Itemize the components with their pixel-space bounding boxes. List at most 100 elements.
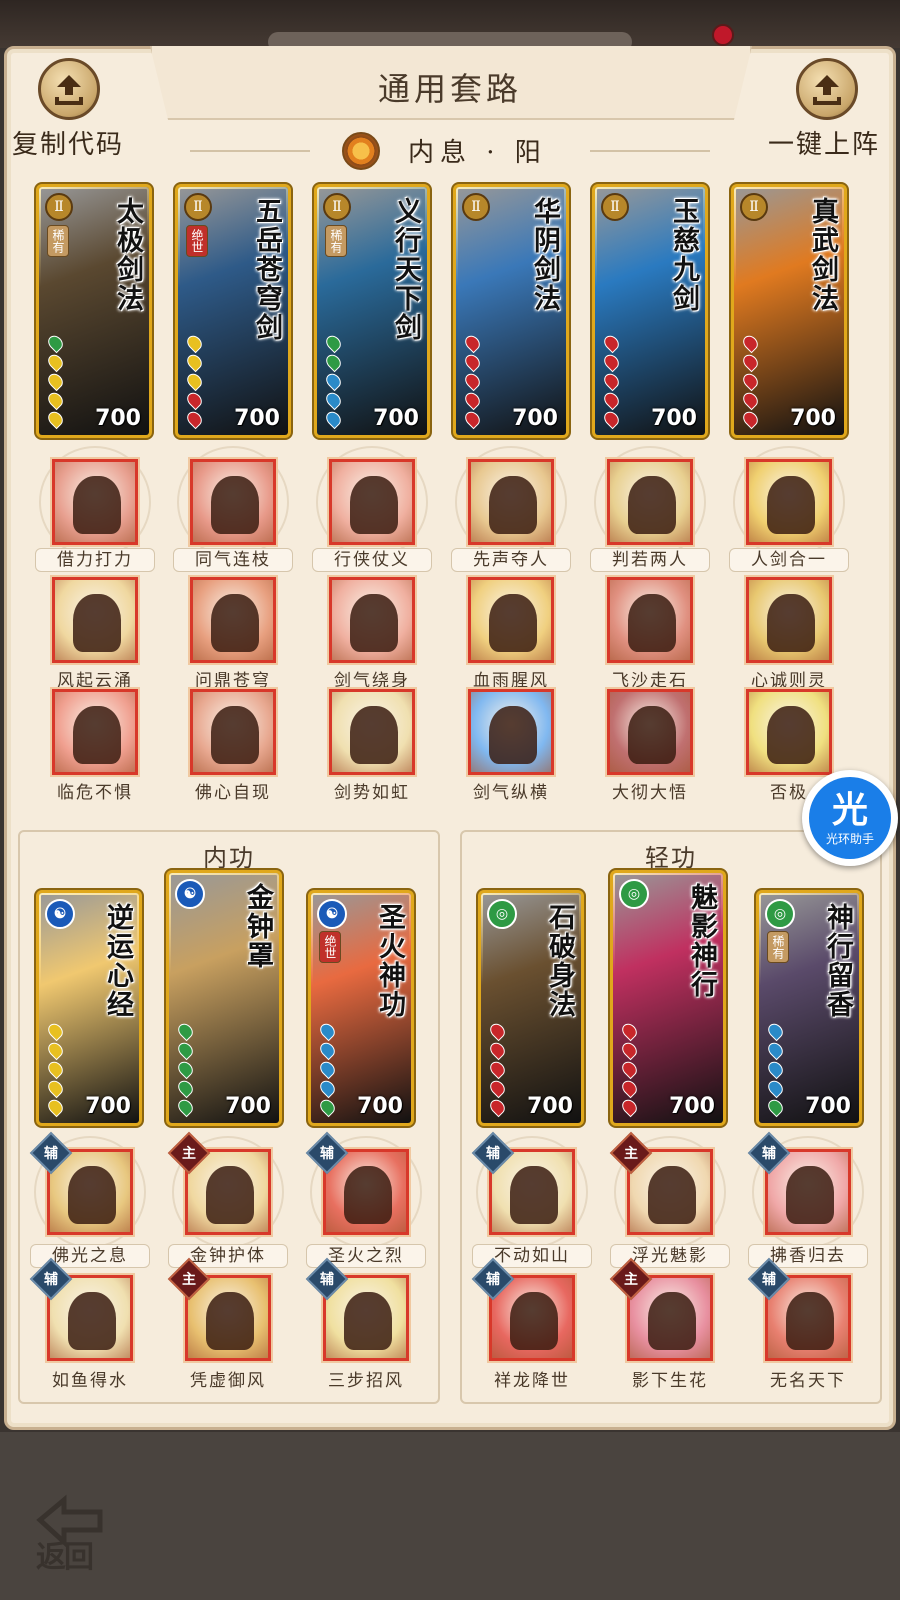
neigong-title: 内功 [203,844,255,872]
skill-label: 飞沙走石 [612,671,688,691]
tag-text: 辅 [762,1146,776,1162]
tier-badge: Ⅱ [184,193,212,221]
skill-card[interactable]: ☯ 绝世 圣火神功 700 [308,890,414,1126]
halo-assistant-button[interactable]: 光 光环助手 [802,770,898,866]
card-power: 700 [234,406,280,431]
skill-silhouette [211,594,259,652]
skill-card[interactable]: Ⅱ 绝世 五岳苍穹剑 700 [175,184,291,438]
card-power: 700 [512,406,558,431]
skill-icon[interactable] [329,689,415,775]
skill-card[interactable]: Ⅱ 华阴剑法 700 [453,184,569,438]
skill-card[interactable]: Ⅱ 稀有 义行天下剑 700 [314,184,430,438]
skill-silhouette [510,1166,558,1224]
yin-yang-badge-icon: ☯ [317,899,347,929]
card-power: 700 [225,1094,271,1119]
rarity-tag: 稀有 [767,931,789,963]
energy-pips [487,1020,508,1118]
skill-card[interactable]: ◎ 魅影神行 700 [610,870,726,1126]
skill-icon[interactable] [607,689,693,775]
card-name: 五岳苍穹剑 [251,197,282,342]
inner-energy-subtitle: 内息 · 阳 [408,138,547,168]
one-click-deploy-button[interactable] [796,58,858,120]
energy-pips [462,332,483,430]
skill-card[interactable]: Ⅱ 玉慈九剑 700 [592,184,708,438]
skill-icon[interactable] [329,459,415,545]
energy-pips [175,1020,196,1118]
skill-label: 同气连枝 [173,548,293,572]
skill-icon[interactable] [190,459,276,545]
skill-silhouette [73,476,121,534]
skill-card[interactable]: ◎ 石破身法 700 [478,890,584,1126]
tag-text: 辅 [486,1146,500,1162]
energy-pips [184,332,205,430]
skill-card[interactable]: ◎ 稀有 神行留香 700 [756,890,862,1126]
energy-pips [323,332,344,430]
card-name: 魅影神行 [686,883,717,999]
skill-icon[interactable] [190,689,276,775]
copy-code-label[interactable]: 复制代码 [12,124,124,161]
skill-icon[interactable] [468,689,554,775]
skill-silhouette [350,706,398,764]
card-power: 700 [805,1094,851,1119]
card-name: 逆运心经 [102,903,133,1019]
skill-card[interactable]: Ⅱ 真武剑法 700 [731,184,847,438]
skill-icon[interactable] [746,689,832,775]
skill-icon[interactable] [746,577,832,663]
skill-icon[interactable] [52,459,138,545]
card-power: 700 [790,406,836,431]
skill-silhouette [73,594,121,652]
rarity-tag: 稀有 [47,225,69,257]
back-button[interactable]: 返回 [30,1490,120,1576]
tag-text: 主 [624,1146,638,1162]
skill-icon[interactable] [746,459,832,545]
card-power: 700 [357,1094,403,1119]
skill-label: 影下生花 [632,1371,708,1391]
one-click-deploy-label[interactable]: 一键上阵 [768,124,880,161]
skill-icon[interactable] [52,689,138,775]
skill-silhouette [206,1166,254,1224]
skill-silhouette [767,476,815,534]
upload-icon [813,75,841,105]
skill-label: 借力打力 [35,548,155,572]
skill-icon[interactable] [607,459,693,545]
copy-code-button[interactable] [38,58,100,120]
skill-silhouette [489,706,537,764]
rarity-tag: 稀有 [325,225,347,257]
energy-pips [45,332,66,430]
skill-label: 无名天下 [770,1371,846,1391]
tag-text: 主 [182,1272,196,1288]
skill-card[interactable]: ☯ 逆运心经 700 [36,890,142,1126]
skill-icon[interactable] [607,577,693,663]
tag-text: 辅 [44,1272,58,1288]
skill-label: 判若两人 [590,548,710,572]
skill-icon[interactable] [468,459,554,545]
energy-pips [601,332,622,430]
tag-text: 辅 [486,1272,500,1288]
subtitle-divider-right [590,150,710,152]
card-name: 圣火神功 [374,903,405,1019]
card-power: 700 [85,1094,131,1119]
card-name: 玉慈九剑 [668,197,699,313]
skill-label: 血雨腥风 [473,671,549,691]
skill-icon[interactable] [468,577,554,663]
tag-text: 主 [182,1146,196,1162]
back-label: 返回 [36,1540,94,1575]
card-name: 华阴剑法 [529,197,560,313]
skill-card[interactable]: Ⅱ 稀有 太极剑法 700 [36,184,152,438]
tier-badge: Ⅱ [462,193,490,221]
skill-silhouette [344,1292,392,1350]
skill-silhouette [648,1166,696,1224]
tag-text: 辅 [320,1146,334,1162]
skill-silhouette [68,1166,116,1224]
skill-label: 祥龙降世 [494,1371,570,1391]
skill-icon[interactable] [190,577,276,663]
rarity-tag: 绝世 [186,225,208,257]
skill-icon[interactable] [52,577,138,663]
card-name: 金钟罩 [242,883,273,970]
skill-card[interactable]: ☯ 金钟罩 700 [166,870,282,1126]
yin-yang-badge-icon: ☯ [175,879,205,909]
skill-label: 风起云涌 [57,671,133,691]
skill-silhouette [350,476,398,534]
skill-label: 凭虚御风 [190,1371,266,1391]
skill-icon[interactable] [329,577,415,663]
